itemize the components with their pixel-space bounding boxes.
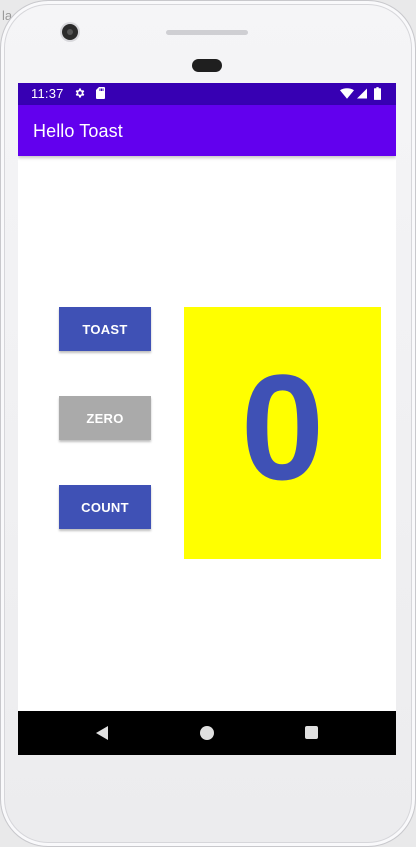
count-button[interactable]: COUNT (59, 485, 151, 529)
count-display: 0 (184, 307, 381, 559)
recents-icon[interactable] (305, 726, 318, 739)
count-value: 0 (240, 343, 325, 511)
app-bar: Hello Toast (18, 105, 396, 156)
status-time: 11:37 (31, 86, 64, 101)
status-bar: 11:37 (18, 83, 396, 105)
wifi-icon (340, 88, 354, 99)
front-camera (62, 24, 78, 40)
cell-signal-icon (357, 88, 367, 99)
phone-frame: 11:37 Hello Toast TOAST ZERO COUNT 0 (0, 0, 416, 847)
app-title: Hello Toast (33, 121, 123, 141)
navigation-bar (18, 711, 396, 755)
zero-button[interactable]: ZERO (59, 396, 151, 440)
sd-card-icon (96, 87, 105, 99)
back-icon[interactable] (94, 725, 110, 741)
proximity-sensor (192, 59, 222, 72)
settings-gear-icon (75, 88, 85, 98)
screen: 11:37 Hello Toast TOAST ZERO COUNT 0 (18, 83, 396, 755)
battery-icon (374, 87, 381, 100)
home-icon[interactable] (200, 726, 214, 740)
earpiece-speaker (166, 30, 248, 35)
toast-button[interactable]: TOAST (59, 307, 151, 351)
